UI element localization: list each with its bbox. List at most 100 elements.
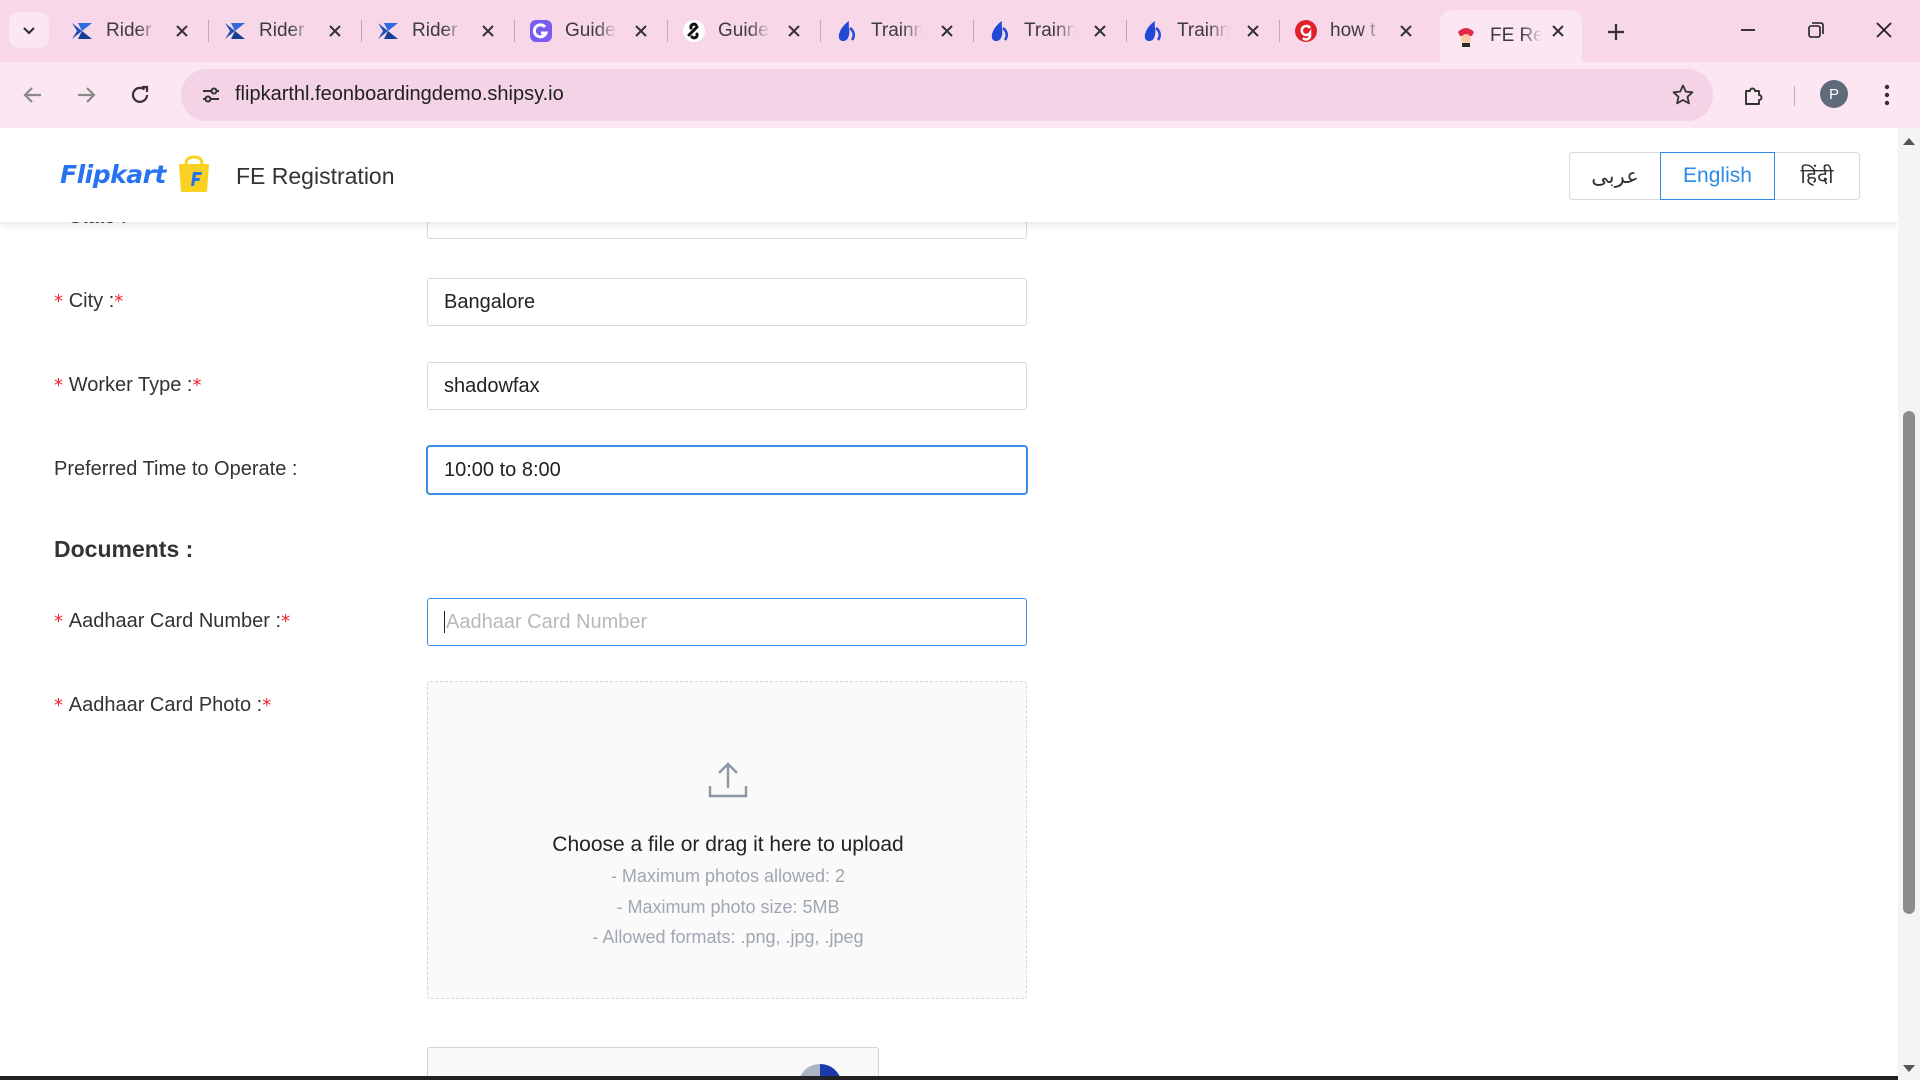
close-icon[interactable] bbox=[1396, 21, 1416, 41]
tab-title: Trainn bbox=[1024, 20, 1076, 41]
chevron-down-icon bbox=[23, 27, 35, 35]
browser-tab-active[interactable]: FE Reg bbox=[1440, 10, 1582, 62]
browser-tab[interactable]: Rider bbox=[209, 10, 359, 52]
address-bar[interactable]: flipkarthl.feonboardingdemo.shipsy.io bbox=[181, 69, 1713, 121]
city-field[interactable]: Bangalore bbox=[427, 278, 1027, 326]
language-hindi-button[interactable]: हिंदी bbox=[1774, 152, 1860, 200]
browser-tab[interactable]: Trainn bbox=[974, 10, 1124, 52]
extensions-button[interactable] bbox=[1735, 76, 1773, 114]
close-icon[interactable] bbox=[937, 21, 957, 41]
more-vertical-icon bbox=[1884, 84, 1890, 106]
upload-icon bbox=[708, 762, 748, 798]
trainn-icon bbox=[835, 19, 859, 43]
page-title: FE Registration bbox=[236, 163, 395, 189]
tab-title: Rider bbox=[259, 20, 305, 41]
worker-type-label: * Worker Type :* bbox=[54, 374, 202, 396]
browser-tab[interactable]: Trainn bbox=[1127, 10, 1277, 52]
aadhaar-photo-label: * Aadhaar Card Photo :* bbox=[54, 694, 272, 716]
browser-tab[interactable]: Rider bbox=[56, 10, 206, 52]
browser-tab[interactable]: Guide bbox=[515, 10, 665, 52]
preferred-time-label: Preferred Time to Operate : bbox=[54, 458, 298, 480]
forward-button[interactable] bbox=[67, 76, 105, 114]
browser-tab[interactable]: how t bbox=[1280, 10, 1430, 52]
plus-icon bbox=[1608, 24, 1624, 40]
trainn-icon bbox=[1141, 19, 1165, 43]
tab-title: FE Reg bbox=[1490, 25, 1542, 46]
close-icon[interactable] bbox=[1090, 21, 1110, 41]
reload-icon bbox=[131, 85, 149, 103]
tab-title: Trainn bbox=[871, 20, 923, 41]
restore-button[interactable] bbox=[1792, 10, 1840, 50]
arrow-right-icon bbox=[78, 87, 96, 103]
scroll-down-arrow-icon[interactable] bbox=[1902, 1064, 1916, 1074]
city-label: * City :* bbox=[54, 290, 124, 312]
bookmark-star-icon[interactable] bbox=[1669, 81, 1697, 109]
browser-tab[interactable]: Guide bbox=[668, 10, 818, 52]
close-window-button[interactable] bbox=[1860, 10, 1908, 50]
gamma-icon bbox=[1294, 19, 1318, 43]
aadhaar-number-input[interactable]: Aadhaar Card Number bbox=[427, 598, 1027, 646]
close-icon bbox=[1876, 22, 1892, 38]
tab-title: Rider bbox=[106, 20, 152, 41]
minimize-icon bbox=[1741, 29, 1755, 31]
tab-search-button[interactable] bbox=[9, 12, 49, 48]
language-english-button[interactable]: English bbox=[1660, 152, 1775, 200]
scroll-up-arrow-icon[interactable] bbox=[1902, 136, 1916, 146]
app-header: Flipkart FE Registration عربى English हि… bbox=[0, 128, 1898, 222]
url-text: flipkarthl.feonboardingdemo.shipsy.io bbox=[235, 83, 564, 105]
tab-title: Guide bbox=[565, 20, 616, 41]
browser-menu-button[interactable] bbox=[1872, 76, 1902, 114]
new-tab-button[interactable] bbox=[1598, 14, 1634, 50]
restore-icon bbox=[1808, 22, 1824, 38]
language-arabic-button[interactable]: عربى bbox=[1569, 152, 1661, 200]
guidde-icon bbox=[529, 19, 553, 43]
fe-icon bbox=[1454, 24, 1478, 48]
close-icon[interactable] bbox=[1243, 21, 1263, 41]
close-icon[interactable] bbox=[478, 21, 498, 41]
browser-tab[interactable]: Rider bbox=[362, 10, 512, 52]
minimize-button[interactable] bbox=[1724, 10, 1772, 50]
close-icon[interactable] bbox=[631, 21, 651, 41]
aadhaar-number-label: * Aadhaar Card Number :* bbox=[54, 610, 291, 632]
tab-title: Rider bbox=[412, 20, 458, 41]
tab-title: Guide bbox=[718, 20, 769, 41]
preferred-time-field[interactable]: 10:00 to 8:00 bbox=[427, 446, 1027, 494]
link-icon bbox=[682, 19, 706, 43]
back-button[interactable] bbox=[14, 76, 52, 114]
close-icon[interactable] bbox=[784, 21, 804, 41]
documents-heading: Documents : bbox=[54, 536, 194, 562]
window-bottom-border bbox=[0, 1076, 1898, 1080]
upload-hint-formats: - Allowed formats: .png, .jpg, .jpeg bbox=[592, 927, 864, 947]
upload-instructions: Choose a file or drag it here to upload bbox=[552, 833, 904, 856]
upload-hint-max-size: - Maximum photo size: 5MB bbox=[616, 897, 840, 917]
site-info-icon[interactable] bbox=[193, 77, 229, 113]
tab-title: how t bbox=[1330, 20, 1376, 41]
scrollbar-thumb[interactable] bbox=[1903, 411, 1915, 914]
flipkart-logo[interactable]: Flipkart bbox=[60, 154, 214, 194]
page-scrollbar[interactable] bbox=[1898, 128, 1920, 1080]
trainn-icon bbox=[988, 19, 1012, 43]
aadhaar-photo-upload-dropzone[interactable]: Choose a file or drag it here to upload … bbox=[427, 681, 1027, 999]
text-cursor bbox=[444, 611, 445, 633]
browser-tab-bar: Rider Rider Rider Guide Guide Trainn Tra… bbox=[0, 0, 1920, 62]
profile-avatar[interactable]: P bbox=[1820, 80, 1848, 108]
jira-icon bbox=[223, 19, 247, 43]
arrow-left-icon bbox=[23, 87, 41, 103]
shopping-bag-icon bbox=[178, 155, 209, 192]
aadhaar-number-placeholder: Aadhaar Card Number bbox=[446, 610, 648, 633]
browser-toolbar: flipkarthl.feonboardingdemo.shipsy.io P bbox=[0, 62, 1920, 128]
jira-icon bbox=[376, 19, 400, 43]
reload-button[interactable] bbox=[121, 76, 159, 114]
worker-type-field[interactable]: shadowfax bbox=[427, 362, 1027, 410]
language-switcher: عربى English हिंदी bbox=[1569, 152, 1860, 200]
upload-hint-max-photos: - Maximum photos allowed: 2 bbox=[610, 866, 846, 886]
tab-title: Trainn bbox=[1177, 20, 1229, 41]
browser-tab[interactable]: Trainn bbox=[821, 10, 971, 52]
logo-text: Flipkart bbox=[60, 159, 166, 189]
recaptcha-box[interactable] bbox=[427, 1047, 879, 1078]
page-viewport: Flipkart FE Registration عربى English हि… bbox=[0, 128, 1898, 1078]
close-icon[interactable] bbox=[172, 21, 192, 41]
close-icon[interactable] bbox=[1548, 21, 1568, 41]
jira-icon bbox=[70, 19, 94, 43]
close-icon[interactable] bbox=[325, 21, 345, 41]
